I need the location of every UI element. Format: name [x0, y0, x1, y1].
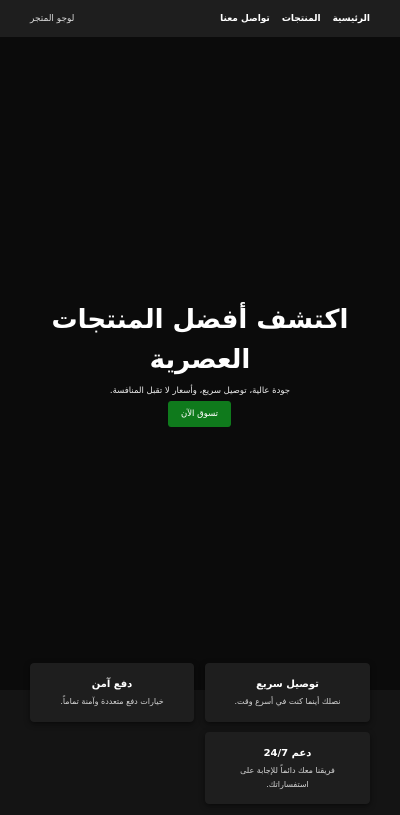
nav-home-link[interactable]: الرئيسية [333, 14, 370, 24]
hero-subtitle: جودة عالية، توصيل سريع، وأسعار لا تقبل ا… [109, 386, 291, 396]
main-nav: الرئيسية المنتجات تواصل معنا [220, 14, 370, 24]
feature-title: دفع آمن [91, 679, 133, 690]
nav-products-link[interactable]: المنتجات [282, 14, 321, 24]
store-logo[interactable]: لوجو المتجر [30, 14, 74, 24]
shop-now-button[interactable]: تسوق الآن [168, 401, 231, 427]
feature-card-payment: دفع آمن خيارات دفع متعددة وآمنة تماماً. [30, 663, 194, 722]
feature-title: توصيل سريع [256, 679, 319, 690]
feature-card-shipping: توصيل سريع نصلك أينما كنت في أسرع وقت. [205, 663, 370, 722]
page: الرئيسية المنتجات تواصل معنا لوجو المتجر… [0, 0, 400, 815]
nav-contact-link[interactable]: تواصل معنا [220, 14, 270, 24]
hero-title: اكتشف أفضل المنتجات العصرية [51, 305, 349, 375]
feature-text: فريقنا معك دائماً للإجابة على استفساراتك… [240, 766, 335, 789]
feature-title: دعم 24/7 [263, 748, 312, 759]
feature-text: نصلك أينما كنت في أسرع وقت. [234, 697, 341, 706]
feature-card-support: دعم 24/7 فريقنا معك دائماً للإجابة على ا… [205, 732, 370, 804]
feature-text: خيارات دفع متعددة وآمنة تماماً. [60, 697, 164, 706]
site-header: الرئيسية المنتجات تواصل معنا لوجو المتجر [0, 0, 400, 37]
